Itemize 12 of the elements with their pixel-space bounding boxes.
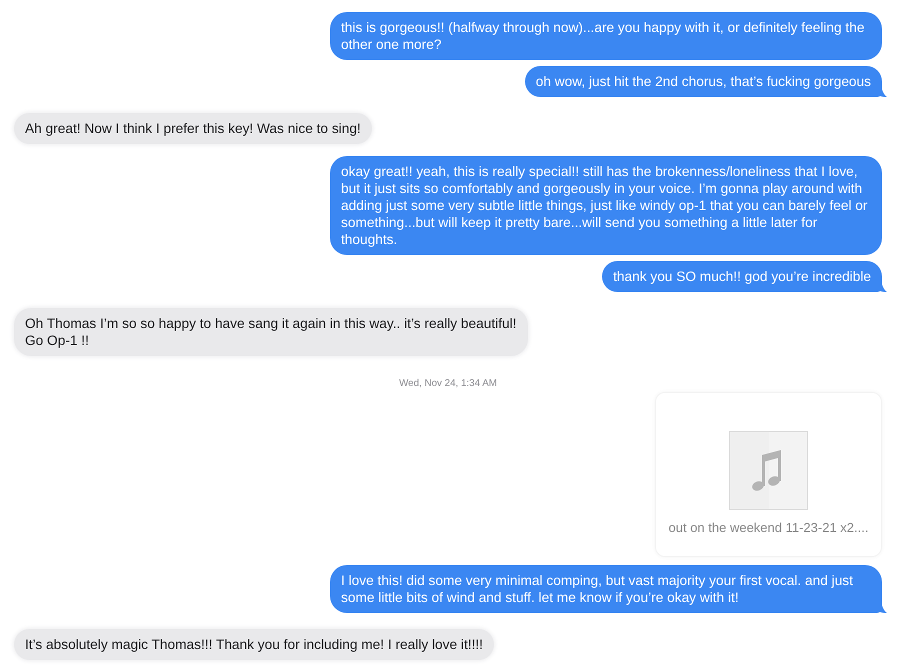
received-message-bubble: It’s absolutely magic Thomas!!! Thank you for including me! I really love it!!!! <box>14 629 494 660</box>
sent-message-bubble: thank you SO much!! god you’re incredible <box>602 261 887 292</box>
sent-message-bubble: this is gorgeous!! (halfway through now)...are you happy with it, or definitely feeling the other one more? <box>330 12 882 60</box>
received-message-bubble: Oh Thomas I’m so so happy to have sang it again in this way.. it’s really beautiful! Go Op-1 !! <box>14 308 528 356</box>
sent-message-bubble: oh wow, just hit the 2nd chorus, that’s fucking gorgeous <box>524 66 887 97</box>
file-name: out on the weekend 11-23-21 x2.... <box>668 520 868 536</box>
sent-message-bubble: I love this! did some very minimal comping, but vast majority your first vocal. and just some little bits of wind and stuff. let me know if you’re okay with it! <box>330 565 887 613</box>
attachment-card[interactable]: out on the weekend 11-23-21 x2.... <box>655 392 882 557</box>
received-message-bubble: Ah great! Now I think I prefer this key! Was nice to sing! <box>14 113 372 144</box>
sent-message-bubble: okay great!! yeah, this is really special!! still has the brokenness/loneliness that I love, but it just sits so comfortably and gorgeously in your voice. I’m gonna play around with adding just some very subtle little things, just like windy op-1 that you can barely feel or something...but will keep it pretty bare...will send you something a little later for thoughts. <box>330 156 882 255</box>
timestamp: Wed, Nov 24, 1:34 AM <box>399 378 497 390</box>
music-note-icon <box>729 431 808 510</box>
